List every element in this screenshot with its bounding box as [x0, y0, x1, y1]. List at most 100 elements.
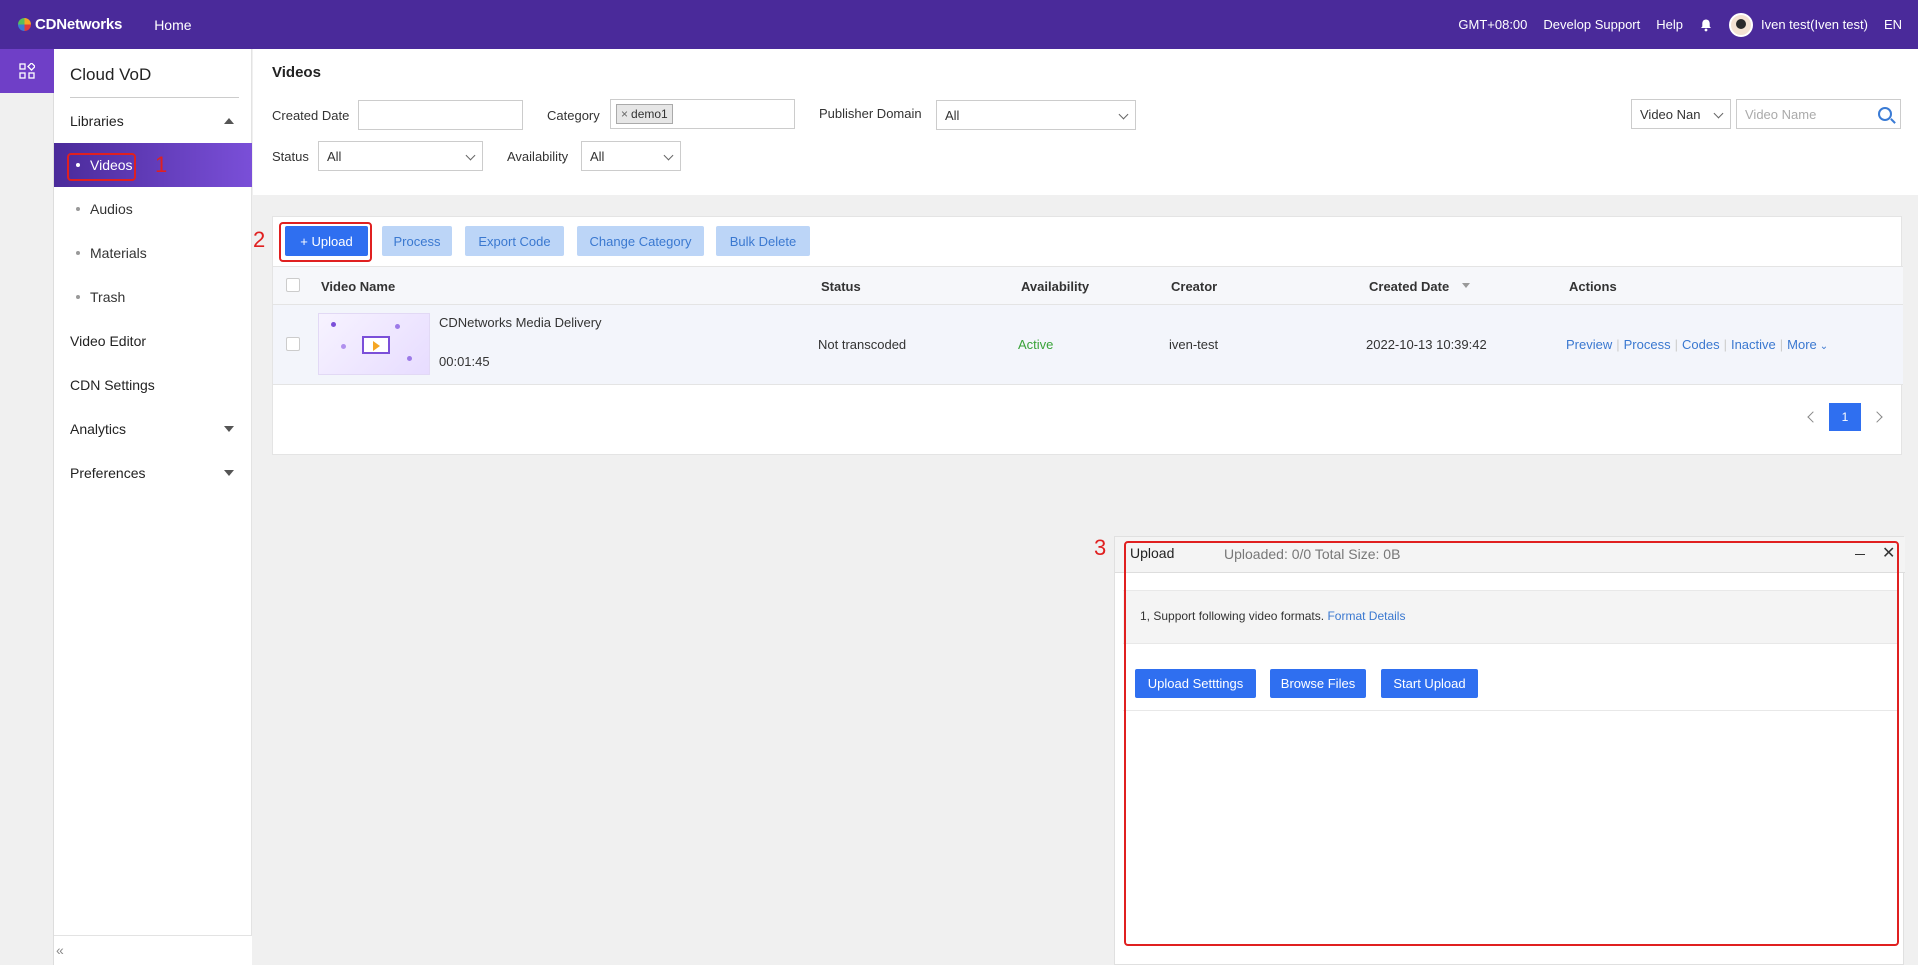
created-date-label: Created Date [272, 108, 350, 123]
sidebar-item-label: CDN Settings [70, 377, 155, 393]
sidebar-item-label: Libraries [70, 113, 124, 129]
chevron-down-icon: ⌄ [1819, 341, 1829, 352]
timezone-selector[interactable]: GMT+08:00 [1458, 17, 1527, 32]
availability-value: All [590, 148, 605, 164]
availability-select[interactable]: All [581, 141, 681, 171]
sidebar-item-preferences[interactable]: Preferences [54, 451, 252, 495]
category-label: Category [547, 108, 600, 123]
thumbnail-dot [331, 322, 336, 327]
chevron-down-icon [663, 150, 674, 161]
bullet-icon [76, 295, 80, 299]
play-icon [362, 336, 390, 354]
column-video-name[interactable]: Video Name [321, 279, 395, 294]
created-date-input[interactable] [358, 100, 523, 130]
search-field-select[interactable]: Video Nan [1631, 99, 1731, 129]
language-selector[interactable]: EN [1884, 17, 1902, 32]
annotation-box-2 [279, 222, 372, 262]
develop-support-link[interactable]: Develop Support [1543, 17, 1640, 32]
video-list-card: + Upload Process Export Code Change Cate… [272, 216, 1903, 455]
chevron-down-icon [1713, 108, 1724, 119]
video-created-date: 2022-10-13 10:39:42 [1366, 337, 1487, 352]
chevron-down-icon [465, 150, 476, 161]
search-input[interactable]: Video Name [1736, 99, 1901, 129]
apps-grid-button[interactable] [0, 49, 54, 93]
collapse-sidebar-button[interactable]: « [54, 935, 252, 965]
page-number-current[interactable]: 1 [1829, 403, 1861, 431]
status-label: Status [272, 149, 309, 164]
sidebar-item-video-editor[interactable]: Video Editor [54, 319, 252, 363]
process-button[interactable]: Process [382, 226, 452, 256]
preview-link[interactable]: Preview [1566, 337, 1612, 352]
video-name[interactable]: CDNetworks Media Delivery [439, 315, 602, 330]
category-input[interactable]: × demo1 [610, 99, 795, 129]
publisher-domain-select[interactable]: All [936, 100, 1136, 130]
table-header: Video Name Status Availability Creator C… [273, 267, 1903, 305]
change-category-button[interactable]: Change Category [577, 226, 704, 256]
thumbnail-dot [407, 356, 412, 361]
help-link[interactable]: Help [1656, 17, 1683, 32]
sidebar: Cloud VoD Libraries Videos Audios Materi… [54, 49, 252, 965]
annotation-number-2: 2 [253, 227, 266, 252]
sidebar-item-label: Video Editor [70, 333, 147, 349]
sidebar-item-label: Audios [90, 201, 133, 217]
brand-name: CDNetworks [35, 16, 123, 33]
process-link[interactable]: Process [1624, 337, 1671, 352]
home-link[interactable]: Home [154, 17, 191, 33]
export-code-button[interactable]: Export Code [465, 226, 564, 256]
sidebar-item-label: Materials [90, 245, 147, 261]
search-field-value: Video Nan [1640, 106, 1701, 122]
apps-grid-icon [19, 63, 35, 79]
bullet-icon [76, 207, 80, 211]
sidebar-item-label: Preferences [70, 465, 146, 481]
category-tag-label: demo1 [631, 107, 668, 121]
brand-logo[interactable]: CDNetworks [18, 16, 122, 33]
sidebar-item-trash[interactable]: Trash [54, 275, 252, 319]
bulk-delete-button[interactable]: Bulk Delete [716, 226, 810, 256]
brand-logo-icon [18, 18, 31, 31]
availability-label: Availability [507, 149, 569, 164]
expand-down-icon [224, 470, 234, 476]
user-avatar[interactable] [1729, 12, 1753, 37]
column-actions: Actions [1569, 279, 1617, 294]
column-availability: Availability [1021, 279, 1090, 294]
select-all-checkbox[interactable] [286, 278, 300, 292]
status-value: All [327, 148, 342, 164]
sort-desc-icon[interactable] [1462, 283, 1470, 288]
search-icon[interactable] [1878, 107, 1892, 121]
sidebar-item-libraries[interactable]: Libraries [54, 99, 252, 143]
column-status: Status [821, 279, 861, 294]
inactive-link[interactable]: Inactive [1731, 337, 1776, 352]
sidebar-item-analytics[interactable]: Analytics [54, 407, 252, 451]
prev-page-icon[interactable] [1807, 411, 1819, 423]
annotation-box-3 [1124, 541, 1899, 946]
video-thumbnail[interactable] [318, 313, 430, 375]
column-created-date[interactable]: Created Date [1369, 279, 1449, 294]
thumbnail-dot [395, 324, 400, 329]
page-title: Videos [272, 64, 321, 81]
next-page-icon[interactable] [1871, 411, 1883, 423]
more-dropdown[interactable]: More [1787, 337, 1817, 352]
sidebar-item-audios[interactable]: Audios [54, 187, 252, 231]
app-rail [0, 49, 54, 965]
codes-link[interactable]: Codes [1682, 337, 1720, 352]
publisher-domain-label: Publisher Domain [819, 106, 922, 121]
annotation-number-3: 3 [1094, 535, 1107, 560]
top-navigation-bar: CDNetworks Home GMT+08:00 Develop Suppor… [0, 0, 1918, 49]
category-tag: × demo1 [616, 104, 673, 124]
thumbnail-dot [341, 344, 346, 349]
video-duration: 00:01:45 [439, 354, 490, 369]
column-creator: Creator [1171, 279, 1218, 294]
sidebar-item-materials[interactable]: Materials [54, 231, 252, 275]
sidebar-item-cdn-settings[interactable]: CDN Settings [54, 363, 252, 407]
publisher-domain-value: All [945, 107, 960, 123]
status-select[interactable]: All [318, 141, 483, 171]
bell-icon[interactable] [1699, 18, 1713, 32]
double-chevron-left-icon: « [56, 942, 64, 958]
user-menu[interactable]: Iven test(Iven test) [1761, 17, 1868, 32]
remove-tag-icon[interactable]: × [621, 107, 628, 121]
expand-down-icon [224, 426, 234, 432]
collapse-up-icon [224, 118, 234, 124]
row-checkbox[interactable] [286, 337, 300, 351]
pagination: 1 [1807, 403, 1883, 431]
row-actions: Preview | Process | Codes | Inactive | More ⌄ [1566, 337, 1829, 352]
